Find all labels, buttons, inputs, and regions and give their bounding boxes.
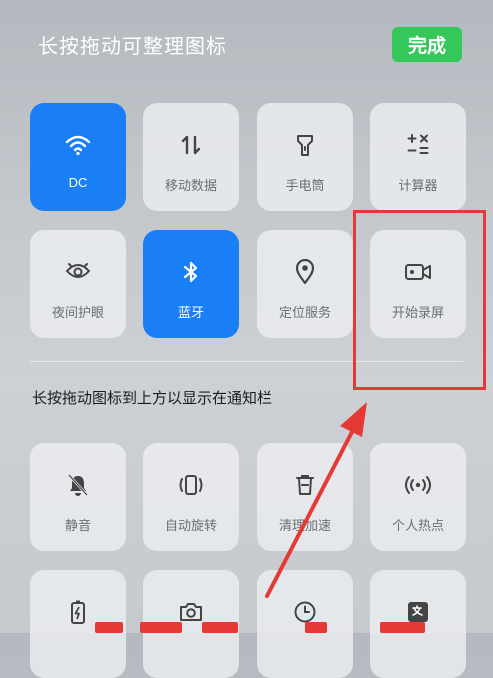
annotation-arrow [265, 402, 367, 598]
annotation-mark [95, 622, 123, 633]
annotation-mark [202, 622, 238, 633]
annotation-mark [380, 622, 425, 633]
annotation-mark [140, 622, 182, 633]
annotation-mark [305, 622, 327, 633]
